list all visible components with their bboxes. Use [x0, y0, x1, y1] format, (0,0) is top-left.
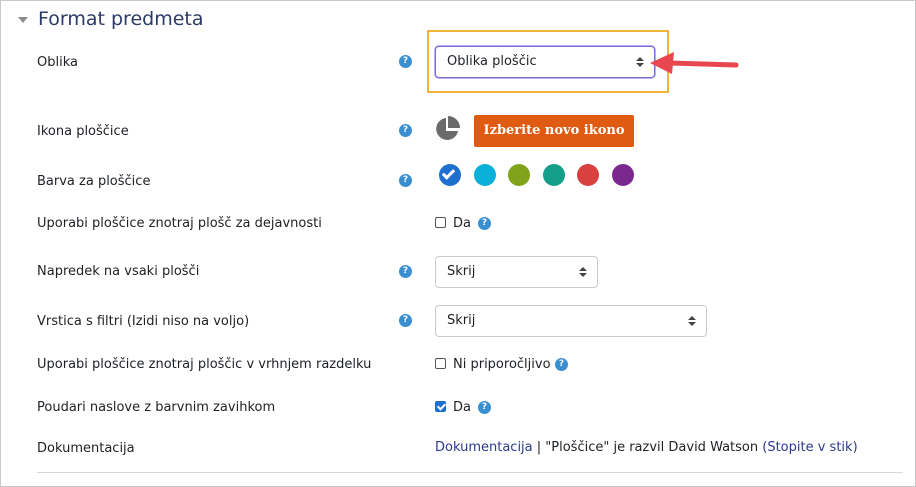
napredek-label: Napredek na vsaki plošči: [37, 264, 200, 279]
help-icon[interactable]: ?: [399, 124, 412, 137]
dokumentacija-label: Dokumentacija: [37, 441, 135, 456]
choose-icon-button[interactable]: Izberite novo ikono: [474, 115, 634, 147]
help-icon[interactable]: ?: [399, 265, 412, 278]
help-icon[interactable]: ?: [399, 55, 412, 68]
vrstica-select-value: Skrij: [447, 313, 476, 328]
help-icon[interactable]: ?: [478, 217, 491, 230]
uporabi-vrhnjem-label: Uporabi ploščice znotraj ploščic v vrhnj…: [37, 357, 372, 372]
help-icon[interactable]: ?: [555, 358, 568, 371]
color-swatch[interactable]: [508, 164, 530, 186]
color-swatch[interactable]: [577, 164, 599, 186]
uporabi-dejavnosti-label: Uporabi ploščice znotraj plošč za dejavn…: [37, 216, 322, 231]
author-text: "Ploščice" je razvil David Watson: [545, 440, 759, 455]
color-swatch[interactable]: [474, 164, 496, 186]
uporabi-vrhnjem-checkbox[interactable]: [435, 358, 446, 369]
oblika-label: Oblika: [37, 55, 78, 70]
napredek-select-value: Skrij: [447, 264, 476, 279]
help-icon[interactable]: ?: [478, 401, 491, 414]
color-swatch-selected[interactable]: [439, 164, 461, 186]
vrstica-select[interactable]: Skrij: [435, 305, 707, 337]
documentation-link[interactable]: Dokumentacija: [435, 440, 533, 455]
section-title: Format predmeta: [38, 8, 204, 30]
select-arrows-icon: [579, 267, 587, 278]
poudari-checkbox[interactable]: [435, 401, 446, 412]
uporabi-vrhnjem-checkbox-label[interactable]: Ni priporočljivo: [453, 357, 551, 372]
check-icon: [441, 166, 456, 180]
barva-label: Barva za ploščice: [37, 174, 151, 189]
vrstica-label: Vrstica s filtri (Izidi niso na voljo): [37, 314, 250, 329]
oblika-select-value: Oblika ploščic: [447, 54, 537, 69]
pie-chart-icon: [436, 116, 460, 140]
documentation-line: Dokumentacija | "Ploščice" je razvil Dav…: [435, 440, 858, 455]
help-icon[interactable]: ?: [399, 314, 412, 327]
oblika-select[interactable]: Oblika ploščic: [435, 46, 655, 78]
color-swatch[interactable]: [612, 164, 634, 186]
red-arrow-icon: [650, 52, 739, 74]
select-arrows-icon: [688, 316, 696, 327]
contact-link[interactable]: (Stopite v stik): [762, 440, 857, 455]
ikona-label: Ikona ploščice: [37, 124, 129, 139]
divider: [37, 472, 903, 473]
napredek-select[interactable]: Skrij: [435, 256, 598, 288]
separator: |: [532, 440, 546, 455]
select-arrows-icon: [636, 57, 644, 68]
poudari-label: Poudari naslove z barvnim zavihkom: [37, 400, 276, 415]
uporabi-dejavnosti-checkbox-label[interactable]: Da: [453, 216, 471, 231]
help-icon[interactable]: ?: [399, 174, 412, 187]
collapse-caret-icon[interactable]: [18, 17, 28, 23]
poudari-checkbox-label[interactable]: Da: [453, 400, 471, 415]
uporabi-dejavnosti-checkbox[interactable]: [435, 217, 446, 228]
color-swatch[interactable]: [543, 164, 565, 186]
section-header[interactable]: Format predmeta: [18, 8, 204, 30]
